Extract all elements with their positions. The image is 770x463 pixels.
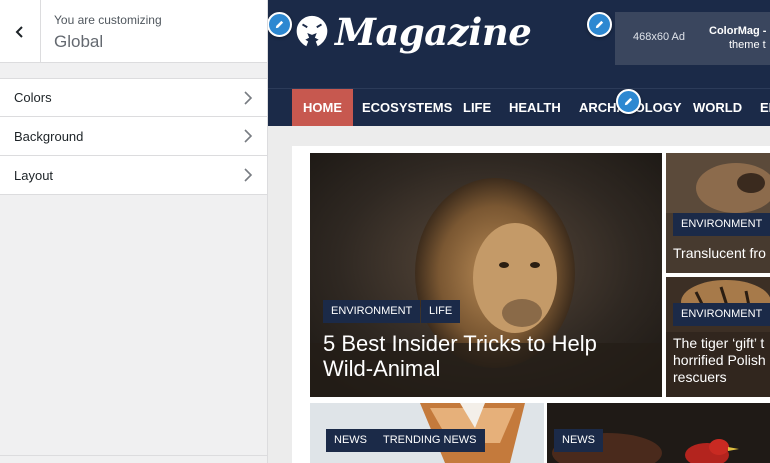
back-button[interactable]: [0, 0, 41, 63]
featured-title-line1: 5 Best Insider Tricks to Help: [323, 331, 597, 356]
nav-health[interactable]: HEALTH: [509, 89, 561, 126]
site-preview: Magazine 468x60 Ad ColorMag - theme t HO…: [268, 0, 770, 463]
ad-text-line1: ColorMag -: [709, 25, 767, 37]
ad-text-line2: theme t: [729, 39, 766, 51]
site-header: Magazine 468x60 Ad ColorMag - theme t: [268, 0, 770, 88]
pencil-icon: [275, 20, 284, 29]
category-tag[interactable]: NEWS: [554, 429, 603, 452]
chevron-right-icon: [244, 90, 253, 105]
content-area: ENVIRONMENT LIFE 5 Best Insider Tricks t…: [292, 146, 770, 463]
section-label: Colors: [14, 90, 52, 105]
section-list: Colors Background Layout: [0, 78, 267, 195]
lion-logo-icon: [296, 15, 328, 47]
featured-title-line2: Wild-Animal: [323, 356, 441, 381]
section-background[interactable]: Background: [0, 117, 267, 156]
pencil-icon: [595, 20, 604, 29]
chevron-right-icon: [244, 129, 253, 143]
chevron-right-icon: [244, 168, 253, 182]
category-tag[interactable]: ENVIRONMENT: [673, 303, 770, 326]
category-tag[interactable]: NEWS: [326, 429, 375, 452]
logo-text: Magazine: [335, 10, 532, 54]
side-post[interactable]: ENVIRONMENT The tiger ‘gift’ t horrified…: [666, 277, 770, 397]
category-tag[interactable]: ENVIRONMENT: [673, 213, 770, 236]
edit-logo-shortcut[interactable]: [268, 12, 292, 37]
bottom-post[interactable]: NEWS: [547, 403, 770, 463]
side-post-title[interactable]: Translucent fro: [673, 245, 766, 262]
pencil-icon: [624, 97, 633, 106]
category-tag[interactable]: LIFE: [421, 300, 461, 323]
category-tag[interactable]: TRENDING NEWS: [375, 429, 485, 452]
panel-title: Global: [54, 32, 104, 51]
main-navigation: HOME ECOSYSTEMS LIFE HEALTH ARCHAEOLOGY …: [268, 88, 770, 126]
category-tag[interactable]: ENVIRONMENT: [323, 300, 421, 323]
side-post-title-line3: rescuers: [673, 369, 727, 385]
side-post-title-line2: horrified Polish: [673, 352, 766, 368]
side-post-title-line1: The tiger ‘gift’ t: [673, 335, 765, 351]
edit-ad-shortcut[interactable]: [587, 12, 612, 37]
nav-ecosystems[interactable]: ECOSYSTEMS: [362, 89, 452, 126]
section-label: Layout: [14, 167, 54, 183]
section-colors[interactable]: Colors: [0, 78, 267, 117]
edit-menu-shortcut[interactable]: [616, 89, 641, 114]
customizer-footer: [0, 455, 267, 463]
featured-title[interactable]: 5 Best Insider Tricks to Help Wild-Anima…: [323, 331, 597, 381]
customizer-header: You are customizing Global: [0, 0, 267, 63]
ad-text: ColorMag - theme t: [709, 24, 766, 52]
ad-size-label: 468x60 Ad: [633, 31, 685, 43]
section-layout[interactable]: Layout: [0, 156, 267, 195]
customizer-sidebar: You are customizing Global Colors Backgr…: [0, 0, 268, 463]
nav-life[interactable]: LIFE: [463, 89, 491, 126]
side-post[interactable]: ENVIRONMENT Translucent fro: [666, 153, 770, 273]
customizing-caption: You are customizing: [54, 13, 162, 27]
section-label: Background: [14, 128, 84, 144]
side-post-title[interactable]: The tiger ‘gift’ t horrified Polish resc…: [673, 335, 766, 386]
nav-home[interactable]: HOME: [292, 89, 353, 126]
header-ad[interactable]: 468x60 Ad ColorMag - theme t: [615, 12, 770, 65]
nav-world[interactable]: WORLD: [693, 89, 742, 126]
chevron-left-icon: [15, 25, 23, 38]
site-logo[interactable]: Magazine: [293, 10, 532, 54]
nav-more[interactable]: EN: [760, 89, 770, 126]
featured-post[interactable]: ENVIRONMENT LIFE 5 Best Insider Tricks t…: [310, 153, 662, 397]
bottom-post[interactable]: NEWS TRENDING NEWS: [310, 403, 544, 463]
